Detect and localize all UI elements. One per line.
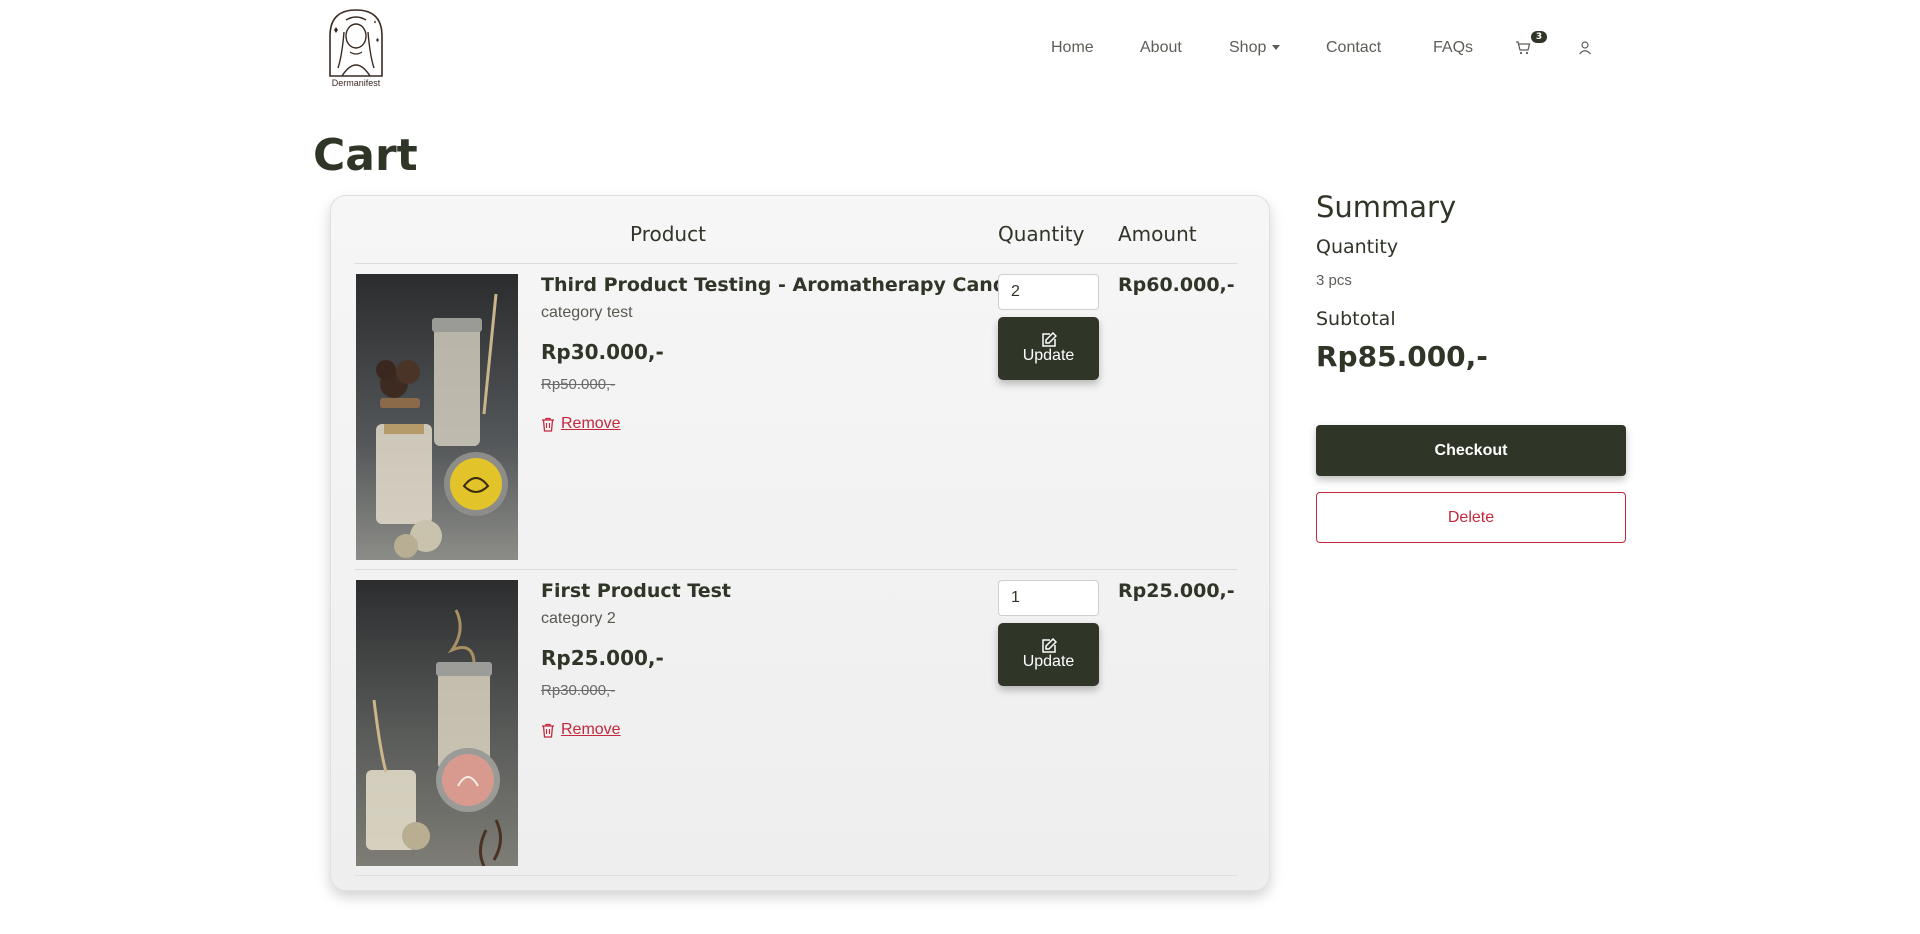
update-label: Update	[1022, 347, 1075, 364]
remove-label: Remove	[561, 721, 621, 738]
update-label: Update	[1022, 653, 1075, 670]
quantity-input[interactable]	[998, 274, 1099, 310]
remove-link[interactable]: Remove	[541, 415, 621, 433]
brand-name: Dermanifest	[331, 78, 381, 88]
edit-icon	[1041, 638, 1057, 653]
trash-icon	[542, 723, 554, 738]
product-image[interactable]	[356, 274, 518, 560]
summary-subtotal-value: Rp85.000,-	[1316, 340, 1488, 373]
update-button[interactable]: Update	[998, 623, 1099, 686]
product-old-price: Rp30.000,-	[541, 682, 616, 699]
product-image[interactable]	[356, 580, 518, 866]
summary-title: Summary	[1316, 190, 1457, 224]
product-price: Rp25.000,-	[541, 646, 664, 670]
summary-quantity-label: Quantity	[1316, 236, 1399, 258]
delete-cart-button[interactable]: Delete	[1316, 492, 1626, 543]
woman-portrait-logo-icon	[329, 9, 383, 77]
product-old-price: Rp50.000,-	[541, 376, 616, 393]
cart-row: First Product Test category 2 Rp25.000,-…	[331, 570, 1271, 875]
nav-about[interactable]: About	[1140, 37, 1182, 59]
cart-row: Third Product Testing - Aromatherapy Can…	[331, 264, 1271, 569]
nav-contact[interactable]: Contact	[1326, 37, 1381, 59]
cart-table-card: Product Quantity Amount Third Product Te…	[330, 195, 1270, 891]
cart-icon	[1516, 41, 1531, 55]
checkout-button[interactable]: Checkout	[1316, 425, 1626, 476]
product-category: category test	[541, 304, 633, 321]
chevron-down-icon	[1272, 45, 1281, 51]
header-amount: Amount	[1118, 222, 1197, 246]
product-price: Rp30.000,-	[541, 340, 664, 364]
product-name[interactable]: First Product Test	[541, 580, 731, 602]
header-product: Product	[630, 222, 706, 246]
trash-icon	[542, 417, 554, 432]
remove-link[interactable]: Remove	[541, 721, 621, 739]
navbar: Dermanifest Home About Shop Contact FAQs…	[0, 0, 1920, 95]
nav-shop-label: Shop	[1229, 39, 1267, 56]
brand-logo[interactable]: Dermanifest	[324, 6, 388, 90]
nav-user[interactable]	[1578, 40, 1592, 60]
remove-label: Remove	[561, 415, 621, 432]
product-name[interactable]: Third Product Testing - Aromatherapy Can…	[541, 274, 1026, 296]
row-divider	[355, 875, 1237, 876]
quantity-input[interactable]	[998, 580, 1099, 616]
update-button[interactable]: Update	[998, 317, 1099, 380]
header-quantity: Quantity	[998, 222, 1085, 246]
nav-home[interactable]: Home	[1051, 37, 1094, 59]
nav-shop[interactable]: Shop	[1229, 37, 1281, 59]
nav-faqs[interactable]: FAQs	[1433, 37, 1473, 59]
nav-cart[interactable]: 3	[1515, 31, 1547, 60]
page-title: Cart	[313, 130, 418, 181]
candle-jars-yellow-lid-photo-icon	[356, 274, 518, 560]
product-category: category 2	[541, 610, 616, 627]
line-amount: Rp25.000,-	[1118, 580, 1235, 602]
cart-count-badge: 3	[1531, 31, 1547, 43]
summary-subtotal-label: Subtotal	[1316, 308, 1396, 330]
line-amount: Rp60.000,-	[1118, 274, 1235, 296]
user-icon	[1579, 41, 1591, 55]
candle-jars-pink-lid-photo-icon	[356, 580, 518, 866]
summary-quantity-value: 3 pcs	[1316, 272, 1352, 289]
edit-icon	[1041, 332, 1057, 347]
